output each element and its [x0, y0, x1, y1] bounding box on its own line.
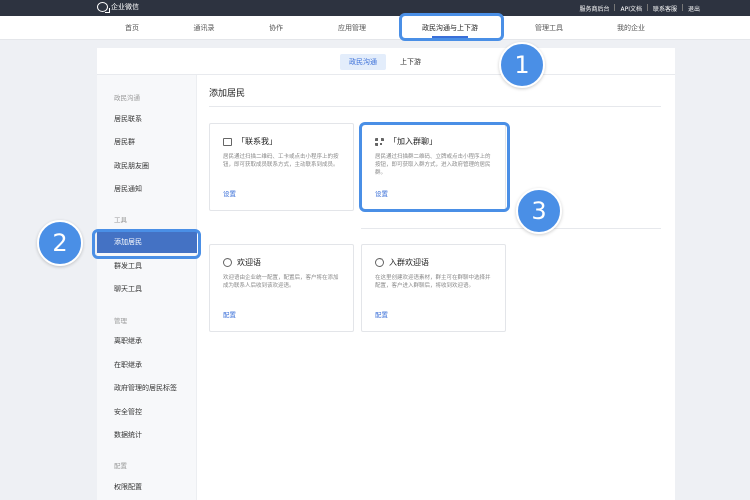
card-description: 欢迎语由企业统一配置，配置后，客户将在添加成为联系人后收到该欢迎语。 [223, 275, 339, 289]
contact-support-link[interactable]: 联系客服 [653, 4, 677, 13]
sidebar-group-title: 政民沟通 [114, 94, 140, 102]
provider-console-link[interactable]: 服务商后台 [579, 4, 609, 13]
logo-text: 企业微信 [111, 3, 139, 11]
card-description: 居民通过扫描二维码、工卡或点击小程序上的按钮，即可获取成员联系方式，主动联系到成… [223, 154, 339, 168]
highlight-box-card [359, 122, 510, 212]
sidebar-group-title: 管理 [114, 317, 127, 325]
card-title: 「联系我」 [237, 137, 277, 146]
sidebar-item-active-transfer[interactable]: 在职继承 [97, 354, 197, 376]
sidebar-item-resident-contact[interactable]: 居民联系 [97, 108, 197, 130]
sidebar: 政民沟通 居民联系 居民群 政民朋友圈 居民通知 工具 添加居民 群发工具 聊天… [97, 75, 197, 500]
step-badge-2: 2 [37, 220, 83, 266]
setup-link[interactable]: 设置 [223, 188, 236, 198]
highlight-box-nav [399, 13, 504, 41]
divider [361, 228, 661, 229]
configure-link[interactable]: 配置 [223, 309, 236, 319]
divider [209, 106, 661, 107]
logout-link[interactable]: 退出 [688, 4, 700, 13]
main-nav: 首页 通讯录 协作 应用管理 政民沟通与上下游 管理工具 我的企业 [0, 16, 750, 40]
api-docs-link[interactable]: API文档 [620, 4, 642, 13]
sidebar-item-statistics[interactable]: 数据统计 [97, 424, 197, 446]
sidebar-item-resident-groups[interactable]: 居民群 [97, 131, 197, 153]
highlight-box-sidebar [92, 229, 201, 259]
group-welcome-card: 入群欢迎语 在这里创建欢迎语素材，群主可在群聊中选择并配置，客户进入群聊后，将收… [361, 244, 506, 332]
page-title: 添加居民 [209, 89, 246, 99]
wecom-logo[interactable]: 企业微信 [97, 2, 139, 13]
card-description: 在这里创建欢迎语素材，群主可在群聊中选择并配置，客户进入群聊后，将收到欢迎语。 [375, 275, 491, 289]
nav-item-app-management[interactable]: 应用管理 [338, 23, 366, 33]
nav-item-management-tools[interactable]: 管理工具 [535, 23, 563, 33]
sidebar-item-moments[interactable]: 政民朋友圈 [97, 155, 197, 177]
greeting-icon [223, 256, 232, 267]
contact-me-card: 「联系我」 居民通过扫描二维码、工卡或点击小程序上的按钮，即可获取成员联系方式，… [209, 123, 354, 211]
chat-icon [223, 137, 232, 146]
wecom-logo-icon [97, 2, 110, 13]
nav-item-home[interactable]: 首页 [125, 23, 139, 33]
nav-item-my-enterprise[interactable]: 我的企业 [617, 23, 645, 33]
card-title: 欢迎语 [237, 258, 261, 267]
step-badge-3: 3 [516, 188, 562, 234]
configure-link[interactable]: 配置 [375, 309, 388, 319]
sidebar-item-security[interactable]: 安全管控 [97, 401, 197, 423]
sidebar-item-permissions[interactable]: 权限配置 [97, 476, 197, 498]
top-links: 服务商后台 API文档 联系客服 退出 [579, 4, 700, 13]
tab-upstream-downstream[interactable]: 上下游 [391, 54, 430, 70]
top-bar: 企业微信 服务商后台 API文档 联系客服 退出 [0, 0, 750, 16]
sidebar-item-chat-tool[interactable]: 聊天工具 [97, 278, 197, 300]
divider [614, 4, 616, 11]
divider [646, 4, 648, 11]
divider [681, 4, 683, 11]
step-badge-1: 1 [499, 42, 545, 88]
sidebar-item-resident-tags[interactable]: 政府管理的居民标签 [97, 377, 197, 399]
sidebar-group-title: 工具 [114, 216, 127, 224]
welcome-message-card: 欢迎语 欢迎语由企业统一配置，配置后，客户将在添加成为联系人后收到该欢迎语。 配… [209, 244, 354, 332]
nav-item-contacts[interactable]: 通讯录 [194, 23, 215, 33]
tab-gov-communication[interactable]: 政民沟通 [340, 54, 386, 70]
group-greeting-icon [375, 256, 384, 267]
card-title: 入群欢迎语 [389, 258, 429, 267]
sidebar-item-resident-notice[interactable]: 居民通知 [97, 178, 197, 200]
sidebar-group-title: 配置 [114, 462, 127, 470]
nav-item-collaboration[interactable]: 协作 [269, 23, 283, 33]
sub-tabs: 政民沟通 上下游 [97, 48, 675, 75]
sidebar-item-resigned-transfer[interactable]: 离职继承 [97, 330, 197, 352]
